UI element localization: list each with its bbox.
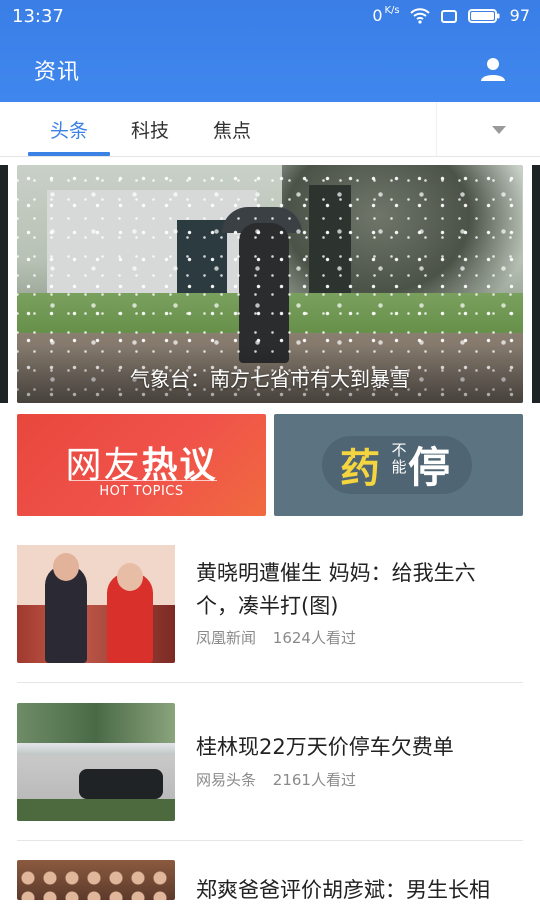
- list-divider: [17, 682, 523, 683]
- hot-topics-subtitle: HOT TOPICS: [99, 484, 184, 499]
- status-time: 13:37: [12, 6, 64, 27]
- wifi-icon: [409, 7, 430, 24]
- list-item[interactable]: 黄晓明遭催生 妈妈：给我生六个，凑半打(图) 凤凰新闻 1624人看过: [17, 545, 523, 675]
- news-thumbnail: [17, 703, 175, 821]
- status-right: 0 K/s 97: [372, 5, 530, 26]
- news-title: 郑爽爸爸评价胡彦斌：男生长相: [196, 878, 490, 902]
- news-thumbnail: [17, 860, 175, 900]
- net-speed-value: 0: [372, 6, 383, 25]
- tab-tech[interactable]: 科技: [131, 116, 169, 143]
- banner-word-bu: 不: [391, 441, 407, 459]
- net-speed-unit: K/s: [384, 5, 400, 16]
- banner-word-ting: 停: [408, 443, 451, 492]
- keep-medicine-banner[interactable]: 药 不 能 停: [274, 414, 523, 516]
- news-meta: 凤凰新闻 1624人看过: [196, 627, 368, 648]
- user-icon[interactable]: [480, 56, 506, 82]
- tab-toutiao[interactable]: 头条: [50, 116, 88, 143]
- news-meta: 网易头条 2161人看过: [196, 769, 368, 790]
- banner-word-buneng: 不 能: [390, 442, 408, 476]
- active-tab-indicator: [28, 152, 110, 156]
- carousel-next-peek: [532, 165, 540, 403]
- list-item[interactable]: 桂林现22万天价停车欠费单 网易头条 2161人看过: [17, 703, 523, 833]
- news-title: 黄晓明遭催生 妈妈：给我生六个，凑半打(图): [196, 561, 476, 618]
- hero-caption: 气象台：南方七省市有大到暴雪: [130, 367, 410, 391]
- battery-level: 97: [509, 6, 530, 25]
- list-item[interactable]: 郑爽爸爸评价胡彦斌：男生长相: [17, 860, 523, 902]
- news-source: 网易头条: [196, 771, 257, 789]
- tabs-bar: 头条 科技 焦点: [0, 102, 540, 157]
- news-title: 桂林现22万天价停车欠费单: [196, 735, 454, 759]
- chevron-down-icon[interactable]: [492, 126, 506, 134]
- thumb-car: [79, 769, 163, 799]
- banner-word-neng: 能: [391, 458, 407, 476]
- tabs-divider: [436, 102, 437, 156]
- carousel-prev-peek: [0, 165, 8, 403]
- page-title: 资讯: [34, 60, 81, 85]
- thumb-face-1: [53, 553, 79, 581]
- screen-icon: [440, 9, 457, 23]
- thumb-crowd-faces: [17, 868, 175, 900]
- news-views: 1624人看过: [272, 629, 356, 647]
- header: 13:37 0 K/s 97 资讯: [0, 0, 540, 102]
- tab-focus[interactable]: 焦点: [213, 116, 251, 143]
- thumb-trees: [17, 703, 175, 743]
- news-thumbnail: [17, 545, 175, 663]
- news-source: 凤凰新闻: [196, 629, 257, 647]
- net-speed: 0 K/s: [372, 5, 400, 26]
- hero-card[interactable]: 气象台：南方七省市有大到暴雪: [17, 165, 523, 403]
- banner-word-yao: 药: [340, 446, 380, 492]
- news-views: 2161人看过: [272, 771, 356, 789]
- thumb-hedge: [17, 799, 175, 821]
- battery-icon: [467, 8, 500, 23]
- status-bar: 13:37 0 K/s 97: [0, 0, 540, 36]
- hot-topics-banner[interactable]: 网友热议 HOT TOPICS: [17, 414, 266, 516]
- list-divider: [17, 840, 523, 841]
- hot-topics-divider: [69, 480, 217, 481]
- thumb-face-2: [117, 563, 143, 591]
